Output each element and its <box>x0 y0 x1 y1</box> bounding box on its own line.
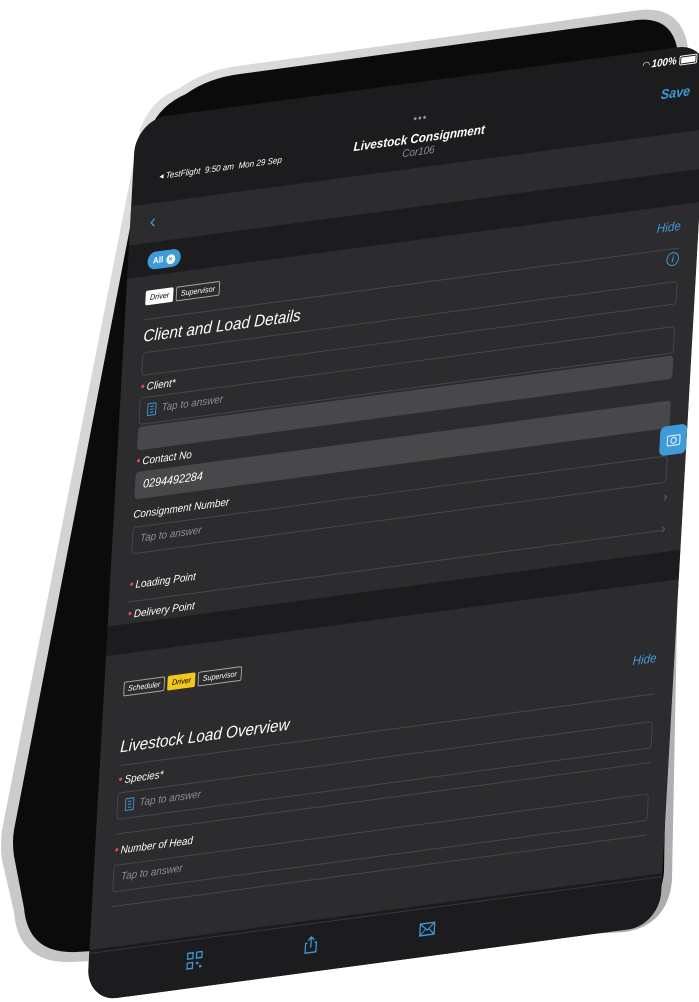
chevron-left-icon[interactable]: ‹ <box>149 211 156 234</box>
role-tag-supervisor[interactable]: Supervisor <box>198 666 242 686</box>
loading-label: ●Loading Point <box>129 571 196 592</box>
filter-label: All <box>153 254 164 265</box>
filter-all-pill[interactable]: All× <box>147 248 181 270</box>
section-title: Livestock Load Overview <box>120 715 290 757</box>
required-marker: ● <box>128 609 133 618</box>
client-placeholder: Tap to answer <box>147 393 224 416</box>
client-placeholder-text: Tap to answer <box>161 394 223 414</box>
client-label-text: Client* <box>146 377 176 393</box>
contact-value: 0294492284 <box>143 469 204 491</box>
head-label-text: Number of Head <box>120 835 193 856</box>
mail-icon[interactable] <box>419 919 436 939</box>
app-screen: ◂ TestFlight 9:50 am Mon 29 Sep ◠100% ••… <box>88 37 699 982</box>
camera-icon <box>667 434 681 447</box>
role-tags: DriverSupervisor <box>145 278 223 306</box>
species-placeholder: Tap to answer <box>125 788 202 811</box>
role-tag-supervisor[interactable]: Supervisor <box>176 281 220 301</box>
hide-section-button[interactable]: Hide <box>632 650 657 668</box>
consignment-placeholder: Tap to answer <box>140 525 202 545</box>
head-placeholder: Tap to answer <box>121 863 183 883</box>
required-marker: ● <box>114 845 119 854</box>
role-tag-driver[interactable]: Driver <box>145 287 174 305</box>
chevron-right-icon[interactable]: › <box>661 520 666 536</box>
ipad-device: ◂ TestFlight 9:50 am Mon 29 Sep ◠100% ••… <box>0 0 699 966</box>
info-icon[interactable]: i <box>666 251 679 266</box>
client-label: ●Client* <box>140 377 176 393</box>
required-marker: ● <box>129 579 134 588</box>
clipboard-icon <box>147 402 157 416</box>
clear-filter-icon[interactable]: × <box>166 253 176 264</box>
required-marker: ● <box>140 381 145 390</box>
species-label: ●Species* <box>118 769 164 787</box>
role-tag-driver[interactable]: Driver <box>167 672 196 690</box>
required-marker: ● <box>136 456 141 465</box>
loading-label-text: Loading Point <box>135 571 196 591</box>
role-tags: SchedulerDriverSupervisor <box>123 663 244 697</box>
chevron-right-icon[interactable]: › <box>663 488 668 504</box>
species-placeholder-text: Tap to answer <box>139 789 201 809</box>
screen-inner: ◂ TestFlight 9:50 am Mon 29 Sep ◠100% ••… <box>87 43 699 1002</box>
camera-button[interactable] <box>659 423 688 456</box>
head-label: ●Number of Head <box>114 835 193 857</box>
hide-section-button[interactable]: Hide <box>656 218 681 236</box>
qr-code-icon[interactable] <box>186 950 203 970</box>
species-label-text: Species* <box>124 769 164 786</box>
clipboard-icon <box>125 797 135 811</box>
role-tag-scheduler[interactable]: Scheduler <box>123 676 165 696</box>
share-icon[interactable] <box>302 935 319 955</box>
required-marker: ● <box>118 774 123 783</box>
